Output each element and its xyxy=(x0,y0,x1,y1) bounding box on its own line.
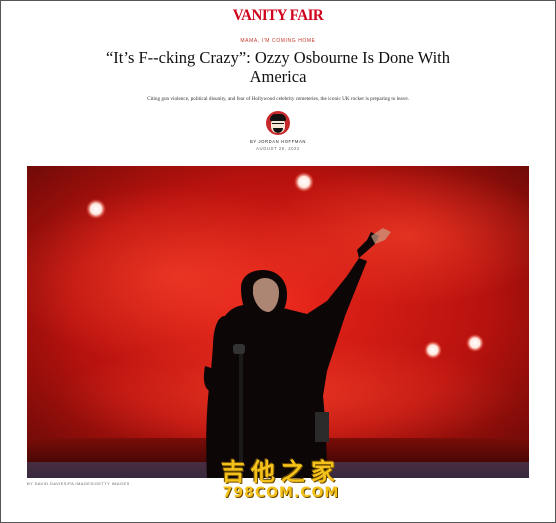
article-headline: “It’s F--cking Crazy”: Ozzy Osbourne Is … xyxy=(105,48,451,86)
hero-photo xyxy=(27,166,529,478)
publish-date: AUGUST 26, 2022 xyxy=(256,146,300,151)
article-rubric[interactable]: MAMA, I'M COMING HOME xyxy=(0,38,556,44)
author-byline[interactable]: BY JORDAN HOFFMAN xyxy=(0,139,556,144)
article-dek: Citing gun violence, political disunity,… xyxy=(147,96,409,102)
site-logo[interactable]: VANITY FAIR xyxy=(0,8,556,26)
author-avatar[interactable] xyxy=(266,111,290,135)
author-face-illustration xyxy=(270,114,286,133)
photo-credit: BY DAVID DAVIES/PA IMAGES/GETTY IMAGES xyxy=(27,481,130,486)
concert-photo-illustration xyxy=(27,166,529,478)
